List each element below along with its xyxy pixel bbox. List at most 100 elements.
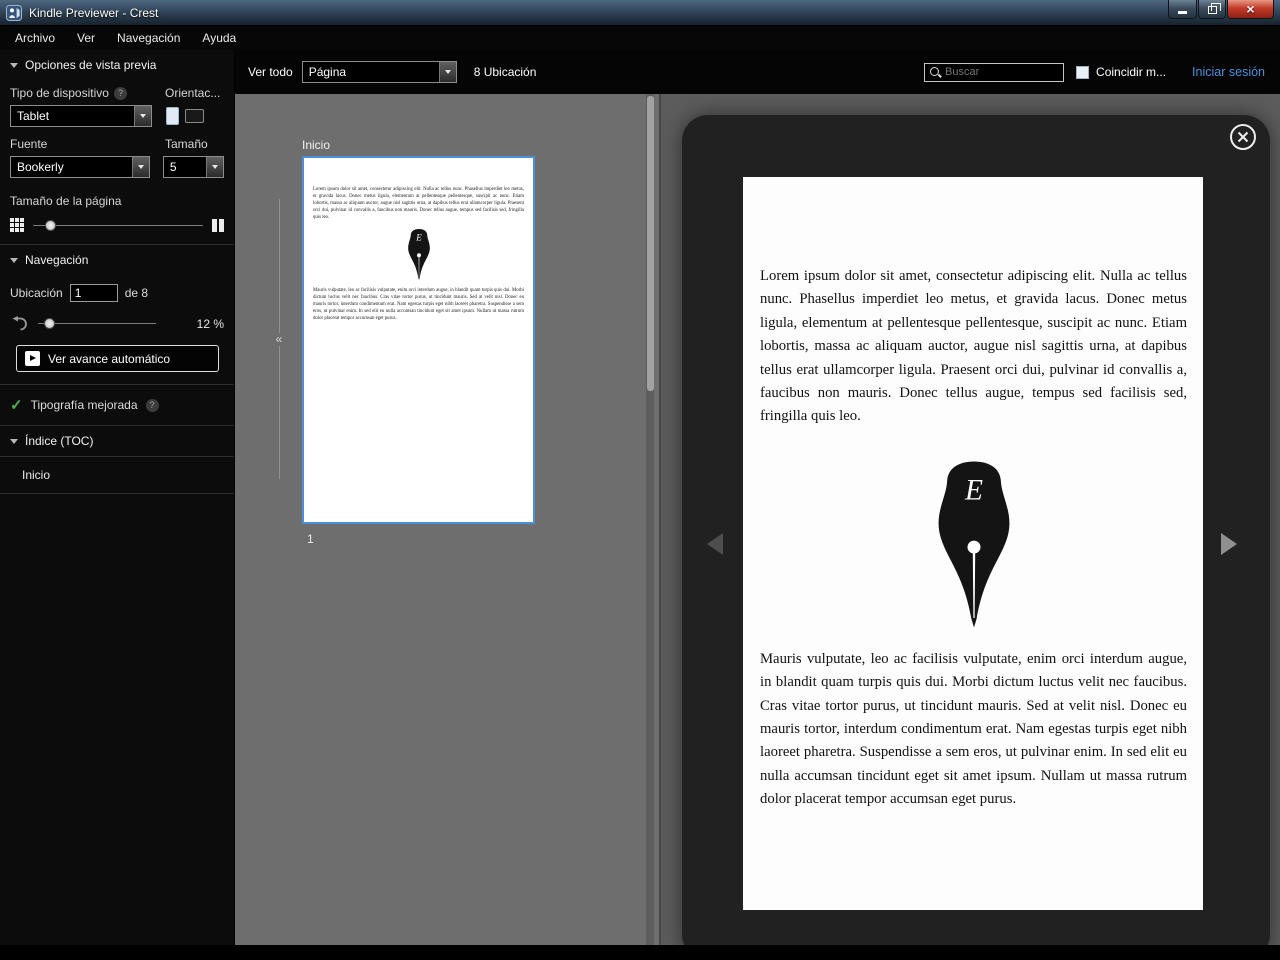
panel-collapse-handle[interactable]: « bbox=[273, 199, 285, 479]
section-title: Índice (TOC) bbox=[25, 434, 93, 448]
device-type-value: Tablet bbox=[11, 106, 134, 126]
minimize-button[interactable] bbox=[1168, 0, 1197, 19]
chevron-down-icon bbox=[132, 157, 149, 177]
page-size-label: Tamaño de la página bbox=[0, 182, 234, 210]
location-total-label: de 8 bbox=[125, 286, 148, 300]
view-mode-value: Página bbox=[303, 62, 439, 82]
section-title: Navegación bbox=[25, 253, 88, 267]
app-icon bbox=[6, 5, 22, 21]
font-value: Bookerly bbox=[11, 157, 132, 177]
page-size-slider[interactable] bbox=[33, 219, 203, 232]
back-arrow-icon[interactable] bbox=[10, 316, 29, 331]
restore-button[interactable] bbox=[1198, 0, 1226, 19]
collapse-chevrons-icon: « bbox=[276, 333, 283, 346]
page-size-controls bbox=[0, 210, 234, 244]
page-paragraph-2: Mauris vulputate, leo ac facilisis vulpu… bbox=[760, 648, 1187, 812]
enhanced-typography-row: ✓ Tipografía mejorada ? bbox=[0, 385, 234, 425]
bottom-bar bbox=[0, 945, 1280, 960]
thumbnail-paragraph-2: Mauris vulputate, leo ac facilisis vulpu… bbox=[313, 287, 524, 322]
page-paragraph-1: Lorem ipsum dolor sit amet, consectetur … bbox=[760, 265, 1187, 429]
menu-ayuda[interactable]: Ayuda bbox=[191, 27, 247, 49]
font-dropdown[interactable]: Bookerly bbox=[10, 156, 150, 178]
thumbnail-chapter-label: Inicio bbox=[302, 138, 330, 152]
font-size-dropdown[interactable]: 5 bbox=[163, 156, 224, 178]
tablet-frame: Lorem ipsum dolor sit amet, consectetur … bbox=[682, 115, 1270, 945]
font-label: Fuente bbox=[10, 137, 47, 151]
minimize-icon bbox=[1178, 11, 1187, 14]
svg-text:E: E bbox=[415, 233, 422, 243]
slider-knob[interactable] bbox=[45, 220, 56, 231]
section-toc[interactable]: Índice (TOC) bbox=[0, 426, 234, 456]
kindle-previewer-window: Kindle Previewer - Crest × Archivo Ver N… bbox=[0, 0, 1280, 960]
view-mode-label: Ver todo bbox=[248, 65, 293, 79]
match-case-label: Coincidir m... bbox=[1096, 65, 1166, 79]
close-window-button[interactable]: × bbox=[1227, 0, 1274, 19]
chevron-down-icon bbox=[439, 62, 456, 82]
help-icon[interactable]: ? bbox=[114, 87, 127, 100]
sign-in-link[interactable]: Iniciar sesión bbox=[1192, 65, 1265, 79]
auto-advance-label: Ver avance automático bbox=[48, 352, 170, 366]
menu-navegacion[interactable]: Navegación bbox=[106, 27, 191, 49]
grid-view-icon[interactable] bbox=[10, 218, 24, 232]
view-mode-dropdown[interactable]: Página bbox=[302, 61, 457, 83]
pen-nib-image: E bbox=[403, 228, 435, 281]
section-navigation[interactable]: Navegación bbox=[0, 245, 234, 275]
menu-bar: Archivo Ver Navegación Ayuda bbox=[0, 26, 1280, 50]
thumbnail-panel: « Inicio Lorem ipsum dolor sit amet, con… bbox=[235, 94, 659, 945]
svg-text:E: E bbox=[964, 474, 983, 506]
orientation-toggle bbox=[166, 107, 204, 125]
device-type-label: Tipo de dispositivo bbox=[10, 86, 109, 100]
divider bbox=[0, 493, 234, 494]
device-controls-row: Tablet bbox=[0, 102, 234, 131]
font-controls-row: Bookerly 5 bbox=[0, 153, 234, 182]
pen-nib-image: E bbox=[922, 458, 1026, 631]
section-title: Opciones de vista previa bbox=[25, 58, 156, 72]
match-case-checkbox[interactable] bbox=[1076, 66, 1089, 79]
page-thumbnail[interactable]: Lorem ipsum dolor sit amet, consectetur … bbox=[302, 156, 535, 524]
search-input[interactable] bbox=[945, 66, 1059, 78]
location-input[interactable] bbox=[70, 284, 118, 302]
enhanced-typography-label: Tipografía mejorada bbox=[31, 398, 138, 412]
device-labels-row: Tipo de dispositivo ? Orientac... bbox=[0, 80, 234, 102]
font-labels-row: Fuente Tamaño bbox=[0, 131, 234, 153]
sidebar: Opciones de vista previa Tipo de disposi… bbox=[0, 50, 235, 960]
location-row: Ubicación de 8 bbox=[0, 275, 234, 308]
orientation-portrait-icon[interactable] bbox=[166, 107, 179, 125]
chevron-down-icon bbox=[206, 157, 223, 177]
chevron-down-icon bbox=[10, 439, 18, 444]
font-size-value: 5 bbox=[164, 157, 206, 177]
restore-icon bbox=[1208, 6, 1217, 14]
menu-ver[interactable]: Ver bbox=[66, 27, 106, 49]
menu-archivo[interactable]: Archivo bbox=[4, 27, 66, 49]
close-icon: × bbox=[1246, 1, 1254, 18]
chevron-down-icon bbox=[10, 258, 18, 263]
chevron-down-icon bbox=[134, 106, 151, 126]
thumbnail-paragraph-1: Lorem ipsum dolor sit amet, consectetur … bbox=[313, 186, 524, 221]
progress-slider[interactable] bbox=[38, 317, 156, 330]
chevron-down-icon bbox=[10, 63, 18, 68]
play-icon bbox=[25, 351, 40, 366]
two-page-view-icon[interactable] bbox=[212, 219, 224, 232]
checkmark-icon: ✓ bbox=[10, 399, 23, 412]
toc-item-inicio[interactable]: Inicio bbox=[0, 457, 234, 493]
help-icon[interactable]: ? bbox=[146, 399, 159, 412]
thumbnail-page-number: 1 bbox=[307, 532, 314, 546]
progress-percent: 12 % bbox=[197, 317, 224, 331]
auto-advance-button[interactable]: Ver avance automático bbox=[16, 345, 219, 372]
thumbnail-scrollbar[interactable] bbox=[646, 94, 654, 945]
location-label: Ubicación bbox=[10, 286, 63, 300]
orientation-landscape-icon[interactable] bbox=[185, 109, 204, 123]
previous-page-arrow[interactable] bbox=[707, 533, 723, 555]
next-page-arrow[interactable] bbox=[1221, 533, 1237, 555]
search-box bbox=[924, 63, 1064, 82]
device-preview-panel: Lorem ipsum dolor sit amet, consectetur … bbox=[659, 94, 1280, 945]
close-preview-button[interactable] bbox=[1229, 123, 1257, 151]
title-bar: Kindle Previewer - Crest × bbox=[0, 0, 1280, 26]
scrollbar-thumb[interactable] bbox=[647, 96, 654, 391]
section-preview-options[interactable]: Opciones de vista previa bbox=[0, 50, 234, 80]
slider-knob[interactable] bbox=[44, 318, 55, 329]
device-type-dropdown[interactable]: Tablet bbox=[10, 105, 152, 127]
window-title: Kindle Previewer - Crest bbox=[29, 6, 158, 20]
orientation-label: Orientac... bbox=[165, 86, 220, 100]
location-count-label: 8 Ubicación bbox=[474, 65, 537, 79]
